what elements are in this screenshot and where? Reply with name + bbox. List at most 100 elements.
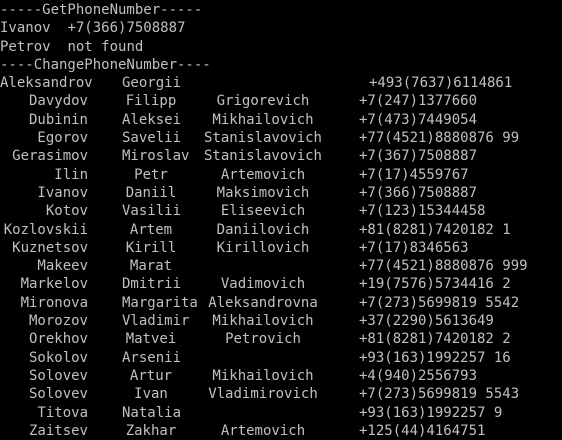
table-row: Morozov Vladimir Mikhailovich +37(2290)5613… xyxy=(0,312,562,330)
phone-cell: +81(8281)7420182 2 xyxy=(359,331,511,348)
name-cell: Daniil xyxy=(125,184,177,201)
name-cell: Aleksei xyxy=(122,111,182,128)
name-cell: Vladimir xyxy=(122,313,190,330)
surname-cell: Aleksandrov xyxy=(0,75,93,92)
phone-cell: +19(7576)5734416 2 xyxy=(359,276,511,293)
surname-cell: Kotov xyxy=(45,203,88,220)
patronymic-cell: Artemovich xyxy=(220,166,306,183)
get-result-surname: Petrov xyxy=(0,38,51,55)
surname-cell: Egorov xyxy=(37,130,88,147)
phone-cell: +4(940)2556793 xyxy=(359,367,478,384)
table-row: Sokolov Arsenii +93(163)1992257 16 xyxy=(0,349,562,367)
table-row: Gerasimov Miroslav Stanislavovich +7(367)75… xyxy=(0,147,562,165)
phone-cell: +7(273)5699819 5542 xyxy=(359,294,520,311)
surname-cell: Morozov xyxy=(28,313,88,330)
table-row: Mironova Margarita Aleksandrovna +7(273)569… xyxy=(0,294,562,312)
phone-cell: +37(2290)5613649 xyxy=(359,313,494,330)
phone-cell: +7(367)7508887 xyxy=(359,148,478,165)
name-cell: Georgii xyxy=(122,75,182,92)
surname-cell: Titova xyxy=(37,404,88,421)
phone-cell: +77(4521)8880876 999 xyxy=(359,258,528,275)
patronymic-cell: Grigorevich xyxy=(216,93,310,110)
patronymic-cell: Vadimovich xyxy=(220,276,306,293)
phone-cell: +493(7637)6114861 xyxy=(369,75,513,92)
table-row: Dubinin Aleksei Mikhailovich +7(473)7449054 xyxy=(0,111,562,129)
phone-cell: +7(247)1377660 xyxy=(359,93,478,110)
name-cell: Natalia xyxy=(122,404,182,421)
surname-cell: Sokolov xyxy=(28,349,88,366)
phone-cell: +7(366)7508887 xyxy=(359,184,478,201)
surname-cell: Orekhov xyxy=(28,331,88,348)
patronymic-cell: Kirillovich xyxy=(216,239,310,256)
phone-cell: +7(473)7449054 xyxy=(359,111,478,128)
table-row: Ilin Petr Artemovich +7(17)4559767 xyxy=(0,166,562,184)
surname-cell: Davydov xyxy=(28,93,88,110)
name-cell: Margarita xyxy=(122,294,198,311)
name-cell: Ivan xyxy=(134,386,168,403)
patronymic-cell: Vladimirovich xyxy=(208,386,318,403)
patronymic-cell: Maksimovich xyxy=(216,184,310,201)
phone-cell: +7(123)15344458 xyxy=(359,203,486,220)
surname-cell: Markelov xyxy=(20,276,88,293)
surname-cell: Makeev xyxy=(37,258,88,275)
table-row: Ivanov Daniil Maksimovich +7(366)7508887 xyxy=(0,184,562,202)
table-row: Aleksandrov Georgii +493(7637)6114861 xyxy=(0,74,562,92)
name-cell: Petr xyxy=(134,166,168,183)
surname-cell: Mironova xyxy=(20,294,88,311)
name-cell: Artem xyxy=(129,221,173,238)
name-cell: Matvei xyxy=(125,331,177,348)
phone-cell: +77(4521)8880876 99 xyxy=(359,130,520,147)
name-cell: Kirill xyxy=(125,239,177,256)
change-phone-number-header: ----ChangePhoneNumber---- xyxy=(0,56,211,73)
patronymic-cell: Stanislavovich xyxy=(203,148,322,165)
name-cell: Artur xyxy=(129,367,173,384)
phone-table: Aleksandrov Georgii +493(7637)6114861 Davyd… xyxy=(0,74,562,440)
table-row: Davydov Filipp Grigorevich +7(247)1377660 xyxy=(0,92,562,110)
console-window[interactable]: -----GetPhoneNumber----- Ivanov +7(366)7… xyxy=(0,0,562,439)
phone-cell: +125(44)4164751 xyxy=(359,422,486,439)
surname-cell: Dubinin xyxy=(28,111,88,128)
patronymic-cell: Mikhailovich xyxy=(212,367,314,384)
name-cell: Arsenii xyxy=(122,349,182,366)
table-row: Makeev Marat +77(4521)8880876 999 xyxy=(0,257,562,275)
patronymic-cell: Daniilovich xyxy=(216,221,310,238)
get-phone-number-header: -----GetPhoneNumber----- xyxy=(0,2,203,18)
name-cell: Savelii xyxy=(122,130,182,147)
table-row: Zaitsev Zakhar Artemovich +125(44)4164751 xyxy=(0,422,562,440)
get-result-line: Petrov not found xyxy=(0,38,562,56)
table-row: Orekhov Matvei Petrovich +81(8281)7420182 2 xyxy=(0,330,562,348)
surname-cell: Kozlovskii xyxy=(3,221,88,238)
table-row: Solovev Ivan Vladimirovich +7(273)5699819 5… xyxy=(0,385,562,403)
get-result-surname: Ivanov xyxy=(0,20,51,37)
phone-cell: +93(163)1992257 9 xyxy=(359,404,503,421)
name-cell: Dmitrii xyxy=(122,276,182,293)
surname-cell: Ilin xyxy=(54,166,88,183)
patronymic-cell: Aleksandrovna xyxy=(208,294,318,311)
get-result-line: Ivanov +7(366)7508887 xyxy=(0,19,562,37)
phone-cell: +7(17)4559767 xyxy=(359,166,469,183)
patronymic-cell: Eliseevich xyxy=(220,203,306,220)
name-cell: Vasilii xyxy=(122,203,182,220)
patronymic-cell: Stanislavovich xyxy=(203,130,322,147)
table-row: Kuznetsov Kirill Kirillovich +7(17)8346563 xyxy=(0,239,562,257)
get-result-value: not found xyxy=(67,38,144,55)
surname-cell: Kuznetsov xyxy=(12,239,88,256)
get-result-value: +7(366)7508887 xyxy=(67,20,186,37)
table-row: Egorov Savelii Stanislavovich +77(4521)8880… xyxy=(0,129,562,147)
phone-cell: +81(8281)7420182 1 xyxy=(359,221,511,238)
phone-cell: +93(163)1992257 16 xyxy=(359,349,511,366)
patronymic-cell: Mikhailovich xyxy=(212,111,314,128)
patronymic-cell: Petrovich xyxy=(225,331,301,348)
patronymic-cell: Artemovich xyxy=(220,422,306,439)
surname-cell: Zaitsev xyxy=(28,422,88,439)
phone-cell: +7(17)8346563 xyxy=(359,239,469,256)
table-row: Kozlovskii Artem Daniilovich +81(8281)74201… xyxy=(0,221,562,239)
name-cell: Filipp xyxy=(125,93,177,110)
table-row: Titova Natalia +93(163)1992257 9 xyxy=(0,404,562,422)
table-row: Kotov Vasilii Eliseevich +7(123)15344458 xyxy=(0,202,562,220)
surname-cell: Solovev xyxy=(28,367,88,384)
phone-cell: +7(273)5699819 5543 xyxy=(359,386,520,403)
name-cell: Marat xyxy=(129,258,173,275)
table-row: Markelov Dmitrii Vadimovich +19(7576)573441… xyxy=(0,275,562,293)
table-row: Solovev Artur Mikhailovich +4(940)2556793 xyxy=(0,367,562,385)
